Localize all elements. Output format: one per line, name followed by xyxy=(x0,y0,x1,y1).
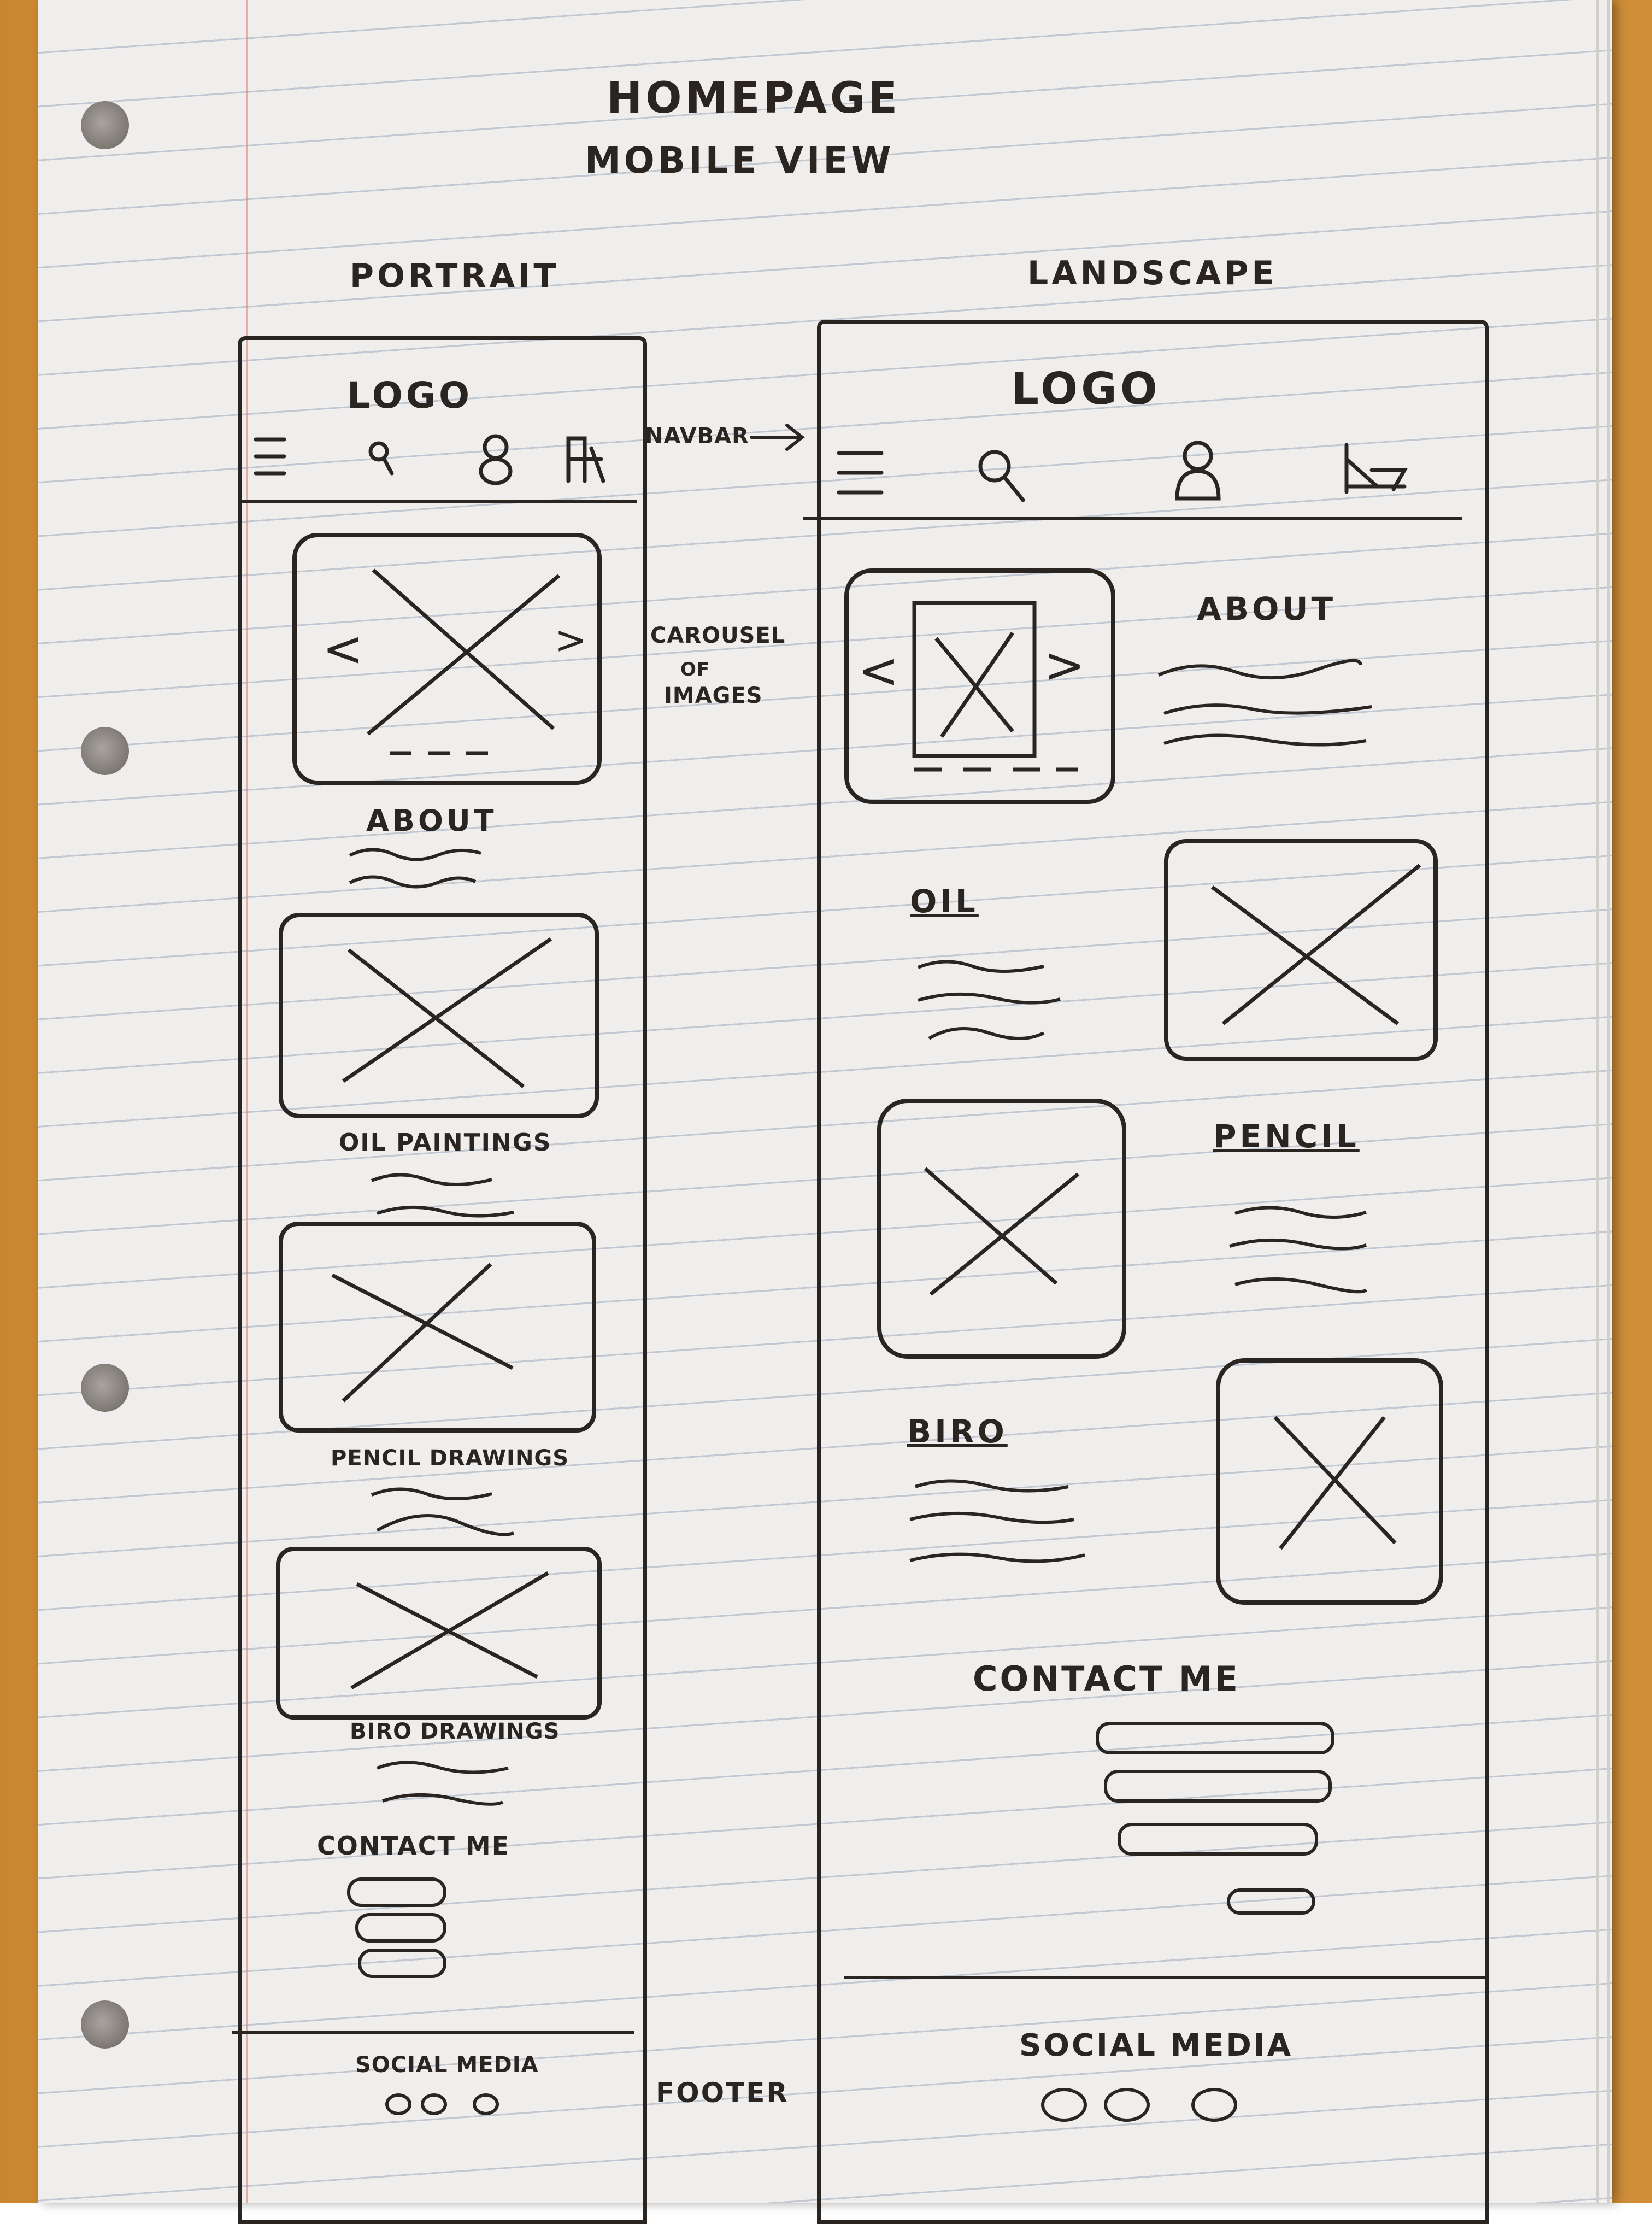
landscape-about-heading: ABOUT xyxy=(1197,590,1337,627)
text-lines xyxy=(349,848,481,889)
image-placeholder-icon xyxy=(331,1263,514,1403)
landscape-footer-divider xyxy=(844,1976,1486,1979)
social-icon[interactable] xyxy=(1104,2088,1150,2122)
menu-icon[interactable] xyxy=(833,445,888,500)
landscape-oil-image xyxy=(1164,839,1438,1061)
landscape-pencil-heading: PENCIL xyxy=(1213,1118,1360,1155)
navbar-annotation: NAVBAR xyxy=(645,424,749,449)
text-lines xyxy=(376,1761,509,1806)
landscape-contact-email-field[interactable] xyxy=(1104,1770,1332,1803)
cart-icon[interactable] xyxy=(563,432,609,486)
carousel-annotation-line3: IMAGES xyxy=(664,683,763,708)
search-icon[interactable] xyxy=(973,445,1033,506)
carousel-annotation-line2: OF xyxy=(680,659,710,680)
page-subtitle: MOBILE VIEW xyxy=(585,139,895,181)
carousel-next-icon[interactable]: > xyxy=(555,618,587,662)
text-lines xyxy=(909,1479,1085,1563)
landscape-contact-name-field[interactable] xyxy=(1096,1722,1334,1754)
social-icon[interactable] xyxy=(385,2093,411,2115)
portrait-contact-message-field[interactable] xyxy=(358,1949,446,1978)
social-icon[interactable] xyxy=(421,2093,447,2115)
binder-hole xyxy=(81,101,129,149)
sheet-edge xyxy=(1607,0,1610,2203)
portrait-pencil-heading: PENCIL DRAWINGS xyxy=(331,1446,569,1471)
landscape-logo: LOGO xyxy=(1011,363,1161,414)
cart-icon[interactable] xyxy=(1339,437,1410,497)
image-placeholder-icon xyxy=(1273,1416,1397,1550)
image-placeholder-icon xyxy=(924,1167,1080,1296)
social-icon[interactable] xyxy=(473,2093,499,2115)
image-placeholder-icon xyxy=(1210,864,1421,1025)
portrait-about-image xyxy=(279,913,599,1118)
image-placeholder-icon xyxy=(342,937,552,1088)
landscape-navbar-divider xyxy=(803,517,1462,520)
sheet-edge xyxy=(1596,0,1599,2203)
binder-hole xyxy=(81,727,129,775)
portrait-logo: LOGO xyxy=(347,374,473,416)
text-lines xyxy=(917,960,1061,1040)
portrait-footer-divider xyxy=(232,2031,634,2034)
carousel-next-icon[interactable]: > xyxy=(1044,637,1085,694)
portrait-heading: PORTRAIT xyxy=(350,257,560,295)
landscape-contact-heading: CONTACT ME xyxy=(973,1659,1240,1699)
landscape-footer-label: SOCIAL MEDIA xyxy=(1019,2028,1294,2063)
portrait-oil-image xyxy=(279,1222,596,1433)
portrait-navbar-divider xyxy=(240,500,637,503)
portrait-contact-email-field[interactable] xyxy=(355,1913,446,1943)
landscape-contact-message-field[interactable] xyxy=(1118,1823,1318,1856)
portrait-contact-heading: CONTACT ME xyxy=(317,1831,510,1861)
text-lines xyxy=(1229,1206,1368,1294)
social-icon[interactable] xyxy=(1041,2088,1087,2122)
carousel-annotation-line1: CAROUSEL xyxy=(650,623,786,648)
landscape-contact-submit-button[interactable] xyxy=(1227,1888,1315,1915)
portrait-oil-heading: OIL PAINTINGS xyxy=(339,1129,552,1157)
user-icon[interactable] xyxy=(1169,437,1230,503)
menu-icon[interactable] xyxy=(251,432,290,481)
portrait-footer-label: SOCIAL MEDIA xyxy=(355,2052,539,2078)
arrow-right-icon xyxy=(750,424,805,451)
portrait-about-heading: ABOUT xyxy=(366,803,497,838)
portrait-pencil-image xyxy=(276,1547,602,1720)
portrait-biro-heading: BIRO DRAWINGS xyxy=(350,1719,560,1744)
carousel-prev-icon[interactable]: < xyxy=(322,620,363,678)
text-lines xyxy=(371,1173,514,1218)
carousel-prev-icon[interactable]: < xyxy=(858,642,899,700)
page-title: HOMEPAGE xyxy=(607,74,901,123)
landscape-biro-image xyxy=(1216,1358,1443,1605)
text-lines xyxy=(371,1487,514,1536)
landscape-oil-heading: OIL xyxy=(910,883,979,920)
footer-annotation: FOOTER xyxy=(656,2077,789,2109)
user-icon[interactable] xyxy=(475,432,516,486)
binder-hole xyxy=(81,2000,129,2049)
landscape-heading: LANDSCAPE xyxy=(1027,254,1278,292)
search-icon[interactable] xyxy=(363,437,396,481)
image-placeholder-icon xyxy=(350,1571,549,1690)
binder-hole xyxy=(81,1364,129,1412)
social-icon[interactable] xyxy=(1191,2088,1237,2122)
portrait-contact-name-field[interactable] xyxy=(347,1877,446,1907)
landscape-pencil-image xyxy=(877,1099,1126,1359)
text-lines xyxy=(1157,659,1372,747)
landscape-biro-heading: BIRO xyxy=(907,1413,1008,1450)
